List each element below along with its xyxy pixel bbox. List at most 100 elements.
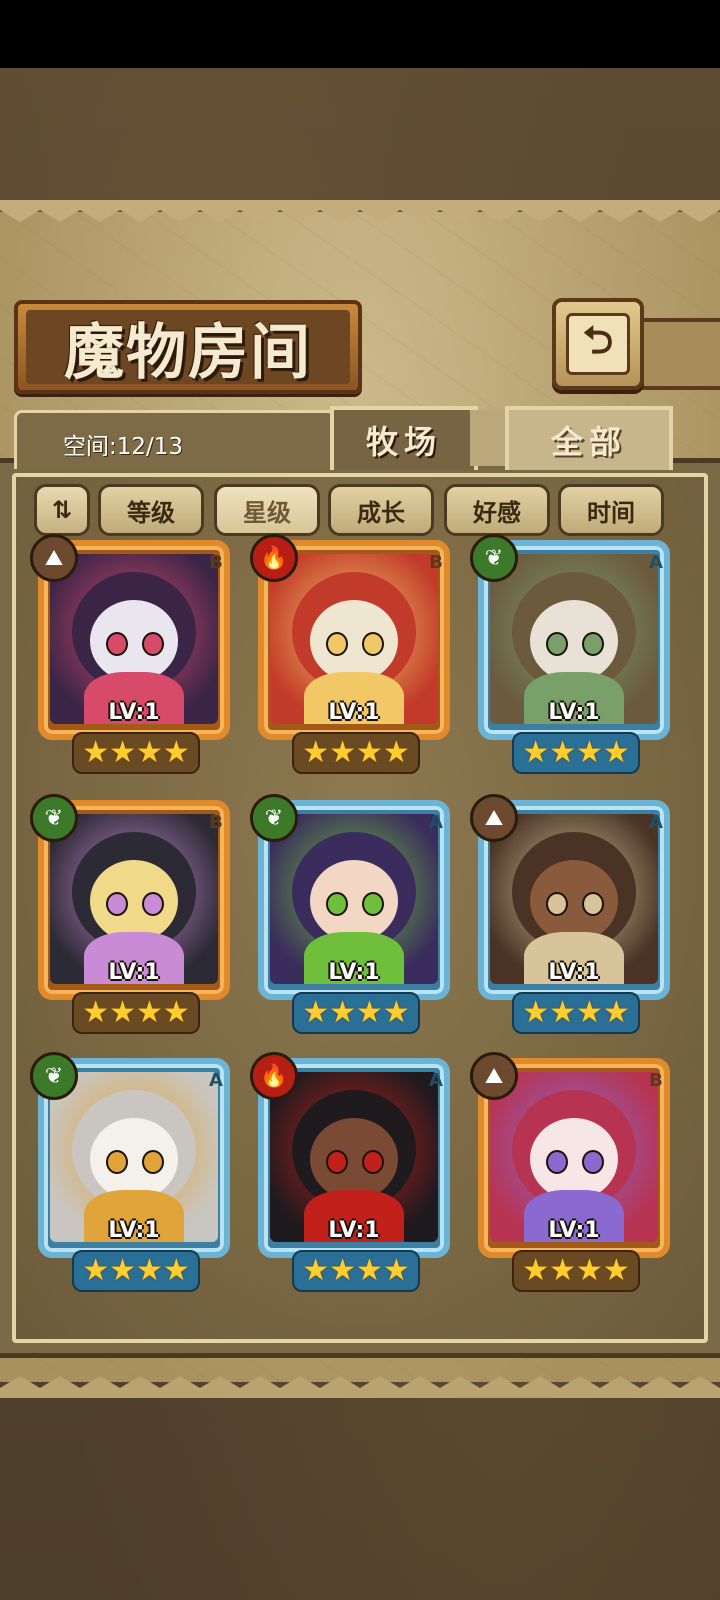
monster-portrait <box>50 814 218 984</box>
star-icon: ★ <box>356 1253 383 1288</box>
star-rating: ★ ★ ★ ★ <box>512 992 640 1034</box>
monster-level: LV:1 <box>548 1218 600 1243</box>
portrait-eye <box>106 632 128 656</box>
portrait-face <box>310 860 398 942</box>
portrait-eye <box>546 1150 568 1174</box>
monster-card[interactable]: A ❦ LV:1 ★ ★ ★ ★ <box>250 794 454 1034</box>
page-title: 魔物房间 <box>64 317 312 388</box>
star-icon: ★ <box>329 735 356 770</box>
star-icon: ★ <box>549 995 576 1030</box>
tab-all[interactable]: 全部 <box>505 406 673 470</box>
monster-card[interactable]: B ⛰ LV:1 ★ ★ ★ ★ <box>30 534 234 774</box>
monster-portrait <box>50 554 218 724</box>
sort-bar: ⇅ 等级 星级 成长 好感 时间 <box>30 484 670 536</box>
portrait-eye <box>582 1150 604 1174</box>
portrait-eye <box>142 632 164 656</box>
portrait-eye <box>582 632 604 656</box>
portrait-eye <box>362 632 384 656</box>
leaf-element-icon: ❦ <box>30 1052 78 1100</box>
star-icon: ★ <box>162 995 190 1030</box>
monster-level: LV:1 <box>328 1218 380 1243</box>
star-rating: ★ ★ ★ ★ <box>292 992 420 1034</box>
sort-growth-button[interactable]: 成长 <box>328 484 434 536</box>
grade-badge: B <box>429 551 443 573</box>
monster-level: LV:1 <box>108 700 160 725</box>
portrait-eye <box>546 892 568 916</box>
portrait-eye <box>362 1150 384 1174</box>
grade-badge: A <box>429 811 443 833</box>
star-icon: ★ <box>136 995 163 1030</box>
grade-badge: B <box>649 1069 663 1091</box>
storage-capacity: 空间:12/13 <box>63 434 184 460</box>
portrait-face <box>530 1118 618 1200</box>
grade-badge: A <box>429 1069 443 1091</box>
star-icon: ★ <box>382 735 410 770</box>
earth-element-icon: ⛰ <box>30 534 78 582</box>
portrait-eye <box>142 892 164 916</box>
star-icon: ★ <box>522 735 550 770</box>
star-icon: ★ <box>109 995 136 1030</box>
monster-level: LV:1 <box>328 700 380 725</box>
star-icon: ★ <box>576 735 603 770</box>
grade-badge: B <box>209 811 223 833</box>
portrait-eye <box>362 892 384 916</box>
monster-card[interactable]: B 🔥 LV:1 ★ ★ ★ ★ <box>250 534 454 774</box>
earth-element-icon: ⛰ <box>470 794 518 842</box>
portrait-face <box>310 600 398 682</box>
star-icon: ★ <box>356 995 383 1030</box>
portrait-eye <box>106 892 128 916</box>
portrait-eye <box>546 632 568 656</box>
sort-level-button[interactable]: 等级 <box>98 484 204 536</box>
star-icon: ★ <box>522 1253 550 1288</box>
star-rating: ★ ★ ★ ★ <box>512 732 640 774</box>
monster-card[interactable]: B ⛰ LV:1 ★ ★ ★ ★ <box>470 1052 674 1292</box>
star-icon: ★ <box>602 735 630 770</box>
sort-affection-button[interactable]: 好感 <box>444 484 550 536</box>
monster-portrait <box>270 814 438 984</box>
star-icon: ★ <box>602 1253 630 1288</box>
sort-star-button[interactable]: 星级 <box>214 484 320 536</box>
star-icon: ★ <box>576 995 603 1030</box>
star-icon: ★ <box>109 735 136 770</box>
star-icon: ★ <box>136 1253 163 1288</box>
star-icon: ★ <box>162 735 190 770</box>
status-bar <box>0 0 720 68</box>
sort-time-button[interactable]: 时间 <box>558 484 664 536</box>
portrait-face <box>90 1118 178 1200</box>
star-icon: ★ <box>162 1253 190 1288</box>
monster-portrait <box>490 814 658 984</box>
portrait-face <box>530 600 618 682</box>
sort-order-toggle[interactable]: ⇅ <box>34 484 90 536</box>
star-icon: ★ <box>302 1253 330 1288</box>
star-icon: ★ <box>356 735 383 770</box>
star-rating: ★ ★ ★ ★ <box>72 992 200 1034</box>
monster-portrait <box>270 1072 438 1242</box>
star-rating: ★ ★ ★ ★ <box>292 1250 420 1292</box>
tab-divider <box>470 410 505 466</box>
monster-card[interactable]: A ⛰ LV:1 ★ ★ ★ ★ <box>470 794 674 1034</box>
star-icon: ★ <box>136 735 163 770</box>
star-icon: ★ <box>549 735 576 770</box>
return-arrow-icon: ⮌ <box>566 313 630 375</box>
portrait-eye <box>582 892 604 916</box>
monster-card[interactable]: A 🔥 LV:1 ★ ★ ★ ★ <box>250 1052 454 1292</box>
grade-badge: A <box>649 811 663 833</box>
portrait-face <box>530 860 618 942</box>
grade-badge: A <box>209 1069 223 1091</box>
star-icon: ★ <box>382 995 410 1030</box>
monster-card[interactable]: A ❦ LV:1 ★ ★ ★ ★ <box>30 1052 234 1292</box>
portrait-face <box>90 600 178 682</box>
star-icon: ★ <box>82 1253 110 1288</box>
monster-portrait <box>50 1072 218 1242</box>
portrait-eye <box>326 632 348 656</box>
star-icon: ★ <box>576 1253 603 1288</box>
monster-level: LV:1 <box>548 700 600 725</box>
portrait-eye <box>106 1150 128 1174</box>
tab-pasture[interactable]: 牧场 <box>330 406 478 470</box>
monster-card[interactable]: B ❦ LV:1 ★ ★ ★ ★ <box>30 794 234 1034</box>
monster-portrait <box>270 554 438 724</box>
monster-card[interactable]: A ❦ LV:1 ★ ★ ★ ★ <box>470 534 674 774</box>
storage-tab: 空间:12/13 <box>14 410 336 469</box>
monster-level: LV:1 <box>328 960 380 985</box>
back-button[interactable]: ⮌ <box>552 298 644 390</box>
